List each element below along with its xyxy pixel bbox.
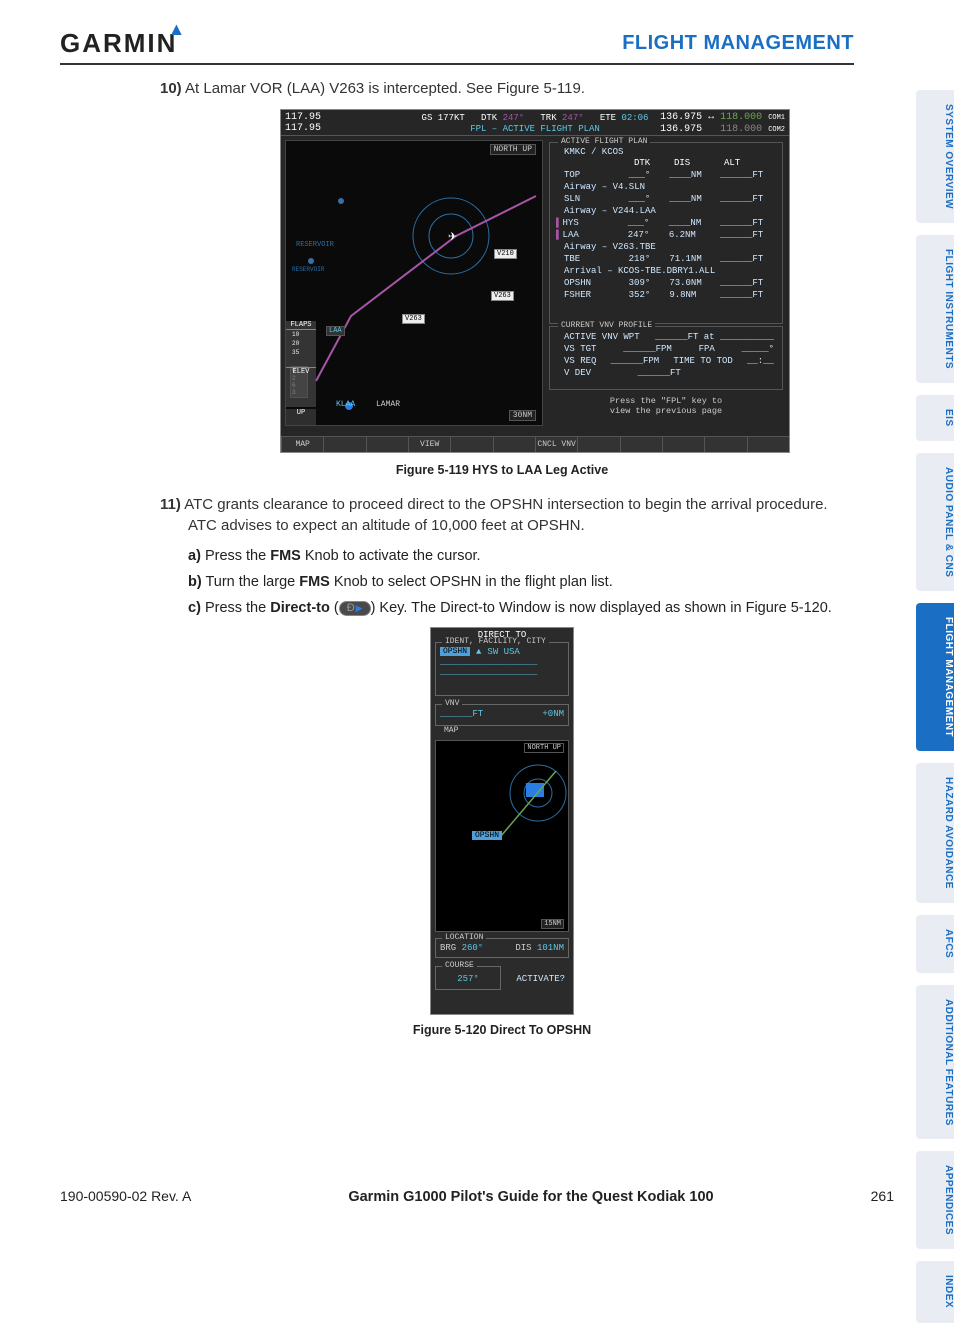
waypoint-symbol-icon: ▲ <box>476 647 481 657</box>
figure-caption-2: Figure 5-120 Direct To OPSHN <box>160 1023 844 1037</box>
svg-text:✈: ✈ <box>448 232 457 244</box>
airway-v263-chip: V263 <box>491 291 514 301</box>
logo-text: GARMIN <box>60 28 177 59</box>
tab-eis[interactable]: EIS <box>916 395 954 441</box>
step-11: 11) ATC grants clearance to proceed dire… <box>160 495 844 536</box>
tab-audio-panel-cns[interactable]: AUDIO PANEL & CNS <box>916 453 954 591</box>
body-content: 10) At Lamar VOR (LAA) V263 is intercept… <box>160 79 844 1037</box>
logo-triangle-icon: ▲ <box>167 19 187 40</box>
map-route-icon: ✈ <box>286 141 542 425</box>
doc-rev: 190-00590-02 Rev. A <box>60 1188 191 1204</box>
lamar-label: LAMAR <box>376 400 400 409</box>
header-row: GARMIN▲ FLIGHT MANAGEMENT <box>60 28 854 65</box>
direct-to-key-icon: Đ▶ <box>339 601 371 616</box>
fpl-rows: TOP___°____NM______FTAirway – V4.SLNSLN_… <box>554 169 778 301</box>
garmin-logo: GARMIN▲ <box>60 28 199 59</box>
activate-button[interactable]: ACTIVATE? <box>516 974 565 984</box>
flaps-tape: FLAPS 10 20 35 ELEV <box>286 321 316 407</box>
tab-system-overview[interactable]: SYSTEM OVERVIEW <box>916 90 954 223</box>
softkeys: MAP VIEW CNCL VNV <box>281 436 789 452</box>
klaa-label: KLAA <box>336 400 355 409</box>
footer: 190-00590-02 Rev. A Garmin G1000 Pilot's… <box>60 1188 894 1205</box>
fpl-title: FPL – ACTIVE FLIGHT PLAN <box>470 124 600 134</box>
opshn-chip: OPSHN <box>472 831 502 840</box>
softkey-view[interactable]: VIEW <box>408 436 450 452</box>
softkey-map[interactable]: MAP <box>281 436 323 452</box>
fpl-panel: ACTIVE FLIGHT PLAN KMKC / KCOS DTK DIS A… <box>547 140 785 424</box>
tab-hazard-avoidance[interactable]: HAZARD AVOIDANCE <box>916 763 954 903</box>
map-scale: 15NM <box>541 919 564 929</box>
direct-to-map: NORTH UP OPSHN 15NM <box>435 740 569 932</box>
page-number: 261 <box>871 1188 894 1204</box>
laa-chip: LAA <box>326 326 345 336</box>
figure-5-120: DIRECT TO IDENT, FACILITY, CITY OPSHN ▲ … <box>430 627 574 1015</box>
mfd-map: NORTH UP ✈ RESERVOIR RESERVOIR V210 V263… <box>285 140 543 426</box>
tab-additional-features[interactable]: ADDITIONAL FEATURES <box>916 985 954 1140</box>
com-freqs: 136.975 ↔ 118.000 COM1 136.975 118.000 C… <box>660 112 785 136</box>
nav-freqs: 117.95 117.95 <box>285 112 321 134</box>
airway-v263-chip: V263 <box>402 314 425 324</box>
step-11b: b) Turn the large FMS Knob to select OPS… <box>188 572 844 592</box>
tab-afcs[interactable]: AFCS <box>916 915 954 972</box>
reservoir-label: RESERVOIR <box>294 241 336 249</box>
tab-flight-management[interactable]: FLIGHT MANAGEMENT <box>916 603 954 751</box>
section-title: FLIGHT MANAGEMENT <box>622 32 854 55</box>
figure-5-119: 117.95 117.95 GS 177KT DTK 247° TRK 247°… <box>280 109 790 453</box>
top-data: GS 177KT DTK 247° TRK 247° ETE 02:06 <box>422 113 649 123</box>
tab-flight-instruments[interactable]: FLIGHT INSTRUMENTS <box>916 235 954 383</box>
course-value: 257° <box>440 974 496 984</box>
reservoir-label: RESERVOIR <box>290 266 326 273</box>
softkey-cncl-vnv[interactable]: CNCL VNV <box>535 436 577 452</box>
map-scale: 30NM <box>509 410 536 421</box>
elev-up: UP <box>286 409 316 425</box>
doc-title: Garmin G1000 Pilot's Guide for the Quest… <box>348 1189 713 1205</box>
step-11c: c) Press the Direct-to (Đ▶) Key. The Dir… <box>188 598 844 618</box>
airway-v210-chip: V210 <box>494 249 517 259</box>
step-text: At Lamar VOR (LAA) V263 is intercepted. … <box>185 80 585 97</box>
tab-index[interactable]: INDEX <box>916 1261 954 1322</box>
step-10: 10) At Lamar VOR (LAA) V263 is intercept… <box>160 79 844 99</box>
figure-caption-1: Figure 5-119 HYS to LAA Leg Active <box>160 463 844 477</box>
step-num: 10) <box>160 80 182 97</box>
ident-field[interactable]: OPSHN <box>440 647 470 656</box>
side-tabs: SYSTEM OVERVIEW FLIGHT INSTRUMENTS EIS A… <box>916 90 954 1323</box>
step-11a: a) Press the FMS Knob to activate the cu… <box>188 546 844 566</box>
